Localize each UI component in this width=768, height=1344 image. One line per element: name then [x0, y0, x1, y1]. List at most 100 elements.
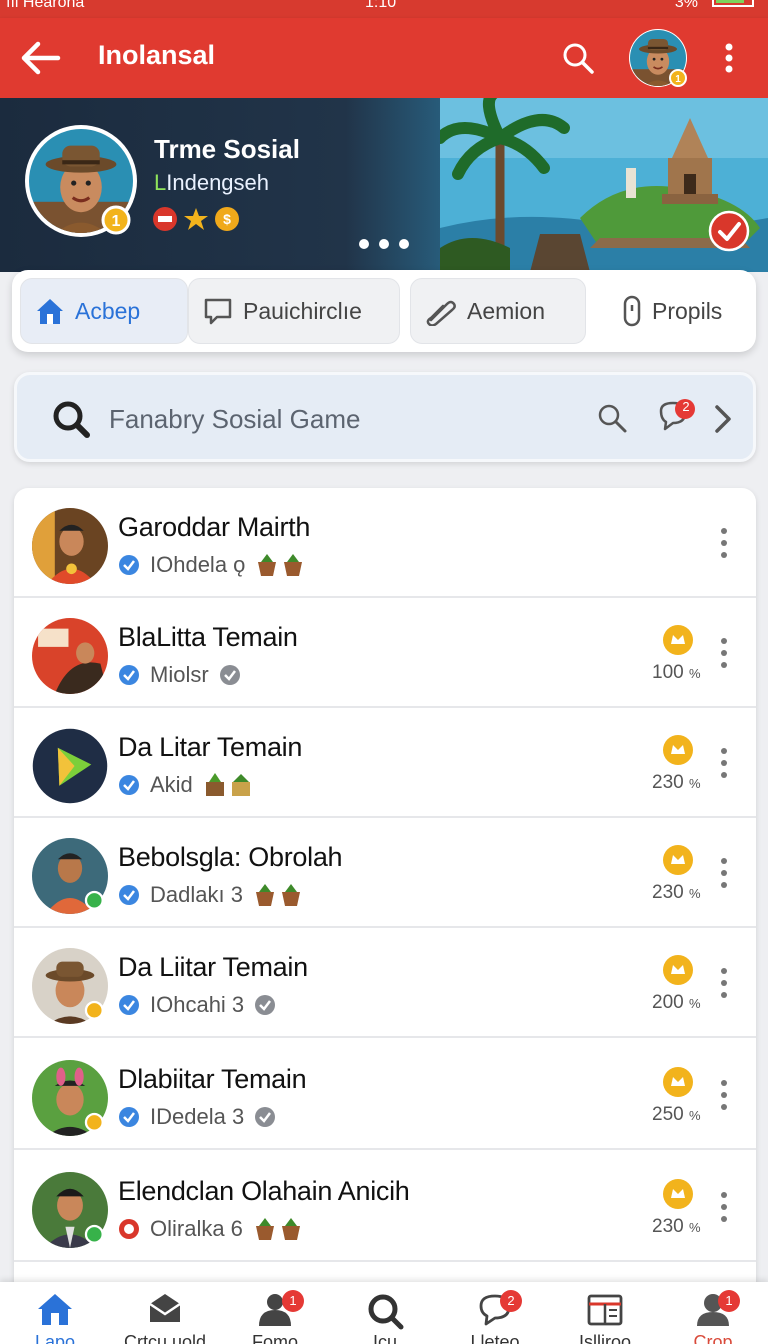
verified-badge-icon: [119, 775, 139, 795]
nav-mail[interactable]: Crtcu uold: [110, 1282, 220, 1344]
tab-strip: Acbep Pauichirclıe Aemion Propils: [12, 270, 756, 352]
pot-items-icon: [255, 1218, 300, 1240]
item-title: Elendclan Olahain Anicih: [118, 1176, 410, 1206]
search-input[interactable]: Fanabry Sosial Game: [109, 404, 360, 435]
game-list: Garoddar Mairth IOhdela ǫ BlaLitta Temai…: [14, 488, 756, 1288]
bottom-nav: Lapo Crtcu uold 1 Fomo Icu 2 Lleteo Isll…: [0, 1282, 768, 1344]
tab-links[interactable]: Aemion: [410, 278, 586, 344]
phone-icon: [623, 295, 641, 327]
svg-text:1: 1: [675, 74, 681, 85]
verified-badge-icon: [119, 665, 139, 685]
list-item[interactable]: Da Litar Temain Akid 230 %: [14, 708, 756, 818]
store-icon: [587, 1294, 623, 1326]
item-title: BlaLitta Temain: [118, 622, 298, 652]
coin-icon: [663, 845, 693, 875]
chat-icon: [204, 298, 232, 325]
row-menu-icon[interactable]: [718, 856, 730, 890]
item-percent: 230: [652, 772, 684, 793]
status-bar: ııl Hearona 1:10 3%: [0, 0, 768, 18]
item-meta: IOhcahi 3: [150, 992, 245, 1017]
mail-icon: [149, 1294, 181, 1322]
verified-check-icon: [708, 210, 750, 252]
chat-bubble-button[interactable]: 2: [653, 397, 697, 439]
avatar: [32, 508, 108, 584]
list-item[interactable]: Da Liitar Temain IOhcahi 3 200 %: [14, 928, 756, 1038]
item-meta: Akid: [150, 772, 193, 797]
nav-badge: 1: [282, 1290, 304, 1312]
link-icon: [426, 300, 456, 326]
item-title: Da Liitar Temain: [118, 952, 308, 982]
nav-badge: 1: [718, 1290, 740, 1312]
item-meta: Miolsr: [150, 662, 209, 687]
chat-badge-count: 2: [682, 399, 690, 414]
item-percent: 100: [652, 662, 684, 683]
tab-home[interactable]: Acbep: [20, 278, 188, 344]
check-circle-icon: [255, 995, 276, 1015]
avatar: [32, 948, 108, 1024]
search-bar[interactable]: Fanabry Sosial Game 2: [14, 372, 756, 462]
coin-icon: [663, 735, 693, 765]
search-icon[interactable]: [560, 40, 596, 76]
list-item[interactable]: Garoddar Mairth IOhdela ǫ: [14, 488, 756, 598]
verified-badge-icon: [119, 1219, 139, 1239]
row-menu-icon[interactable]: [718, 746, 730, 780]
list-item[interactable]: Dlabiitar Temain IDedela 3 250 %: [14, 1040, 756, 1150]
nav-profile[interactable]: 1 Crop: [658, 1282, 768, 1344]
tab-chat[interactable]: Pauichirclıe: [188, 278, 400, 344]
row-menu-icon[interactable]: [718, 1078, 730, 1112]
avatar: [32, 1172, 108, 1248]
carousel-dots[interactable]: [358, 238, 410, 250]
check-circle-icon: [255, 1107, 276, 1127]
avatar: [32, 838, 108, 914]
item-meta: Oliralka 6: [150, 1216, 243, 1241]
tab-profile[interactable]: Propils: [608, 278, 748, 344]
verified-badge-icon: [119, 1107, 139, 1127]
profile-name: Trme Sosial: [154, 134, 300, 164]
avatar: [32, 1060, 108, 1136]
avatar: [32, 728, 108, 804]
more-options-icon[interactable]: [712, 40, 746, 76]
nav-search[interactable]: Icu: [330, 1282, 440, 1344]
row-menu-icon[interactable]: [718, 1190, 730, 1224]
verified-badge-icon: [119, 885, 139, 905]
battery-percent: 3%: [674, 0, 698, 11]
profile-avatar[interactable]: 1: [24, 124, 138, 238]
item-title: Da Litar Temain: [118, 732, 303, 762]
nav-messages[interactable]: 2 Lleteo: [440, 1282, 550, 1344]
back-arrow-icon[interactable]: [18, 36, 62, 80]
item-meta: Dadlakı 3: [150, 882, 243, 907]
top-app-bar: Inolansal 1: [0, 18, 768, 98]
chevron-right-icon[interactable]: [711, 403, 735, 435]
user-avatar[interactable]: 1: [628, 28, 688, 88]
nav-badge: 2: [500, 1290, 522, 1312]
nav-store[interactable]: Islliroo: [550, 1282, 660, 1344]
item-percent: 230: [652, 1216, 684, 1237]
profile-subtitle: LIndengseh: [154, 170, 270, 195]
list-item[interactable]: Bebolsgla: Obrolah Dadlakı 3 230 %: [14, 818, 756, 928]
signal-carrier: ııl Hearona: [6, 0, 85, 11]
list-item[interactable]: Elendclan Olahain Anicih Oliralka 6 230 …: [14, 1152, 756, 1262]
row-menu-icon[interactable]: [718, 636, 730, 670]
list-item[interactable]: BlaLitta Temain Miolsr 100 %: [14, 598, 756, 708]
row-menu-icon[interactable]: [718, 526, 730, 560]
coin-icon: [663, 625, 693, 655]
pot-items-icon: [255, 884, 300, 906]
row-menu-icon[interactable]: [718, 966, 730, 1000]
svg-text:$: $: [223, 211, 231, 227]
clock: 1:10: [365, 0, 397, 11]
verified-badge-icon: [119, 555, 139, 575]
search-small-icon[interactable]: [595, 401, 629, 435]
nav-home[interactable]: Lapo: [0, 1282, 110, 1344]
pot-items-icon: [258, 554, 303, 576]
item-title: Bebolsgla: Obrolah: [118, 842, 343, 872]
battery-icon: [712, 0, 754, 7]
item-title: Dlabiitar Temain: [118, 1064, 307, 1094]
coin-icon: [663, 1067, 693, 1097]
profile-banner: 1 Trme Sosial LIndengseh $: [0, 98, 768, 272]
coin-icon: [663, 955, 693, 985]
achievement-badges-icon: $: [153, 207, 239, 231]
home-icon: [38, 1294, 72, 1325]
verified-badge-icon: [119, 995, 139, 1015]
item-meta: IOhdela ǫ: [150, 552, 246, 577]
nav-friends[interactable]: 1 Fomo: [220, 1282, 330, 1344]
